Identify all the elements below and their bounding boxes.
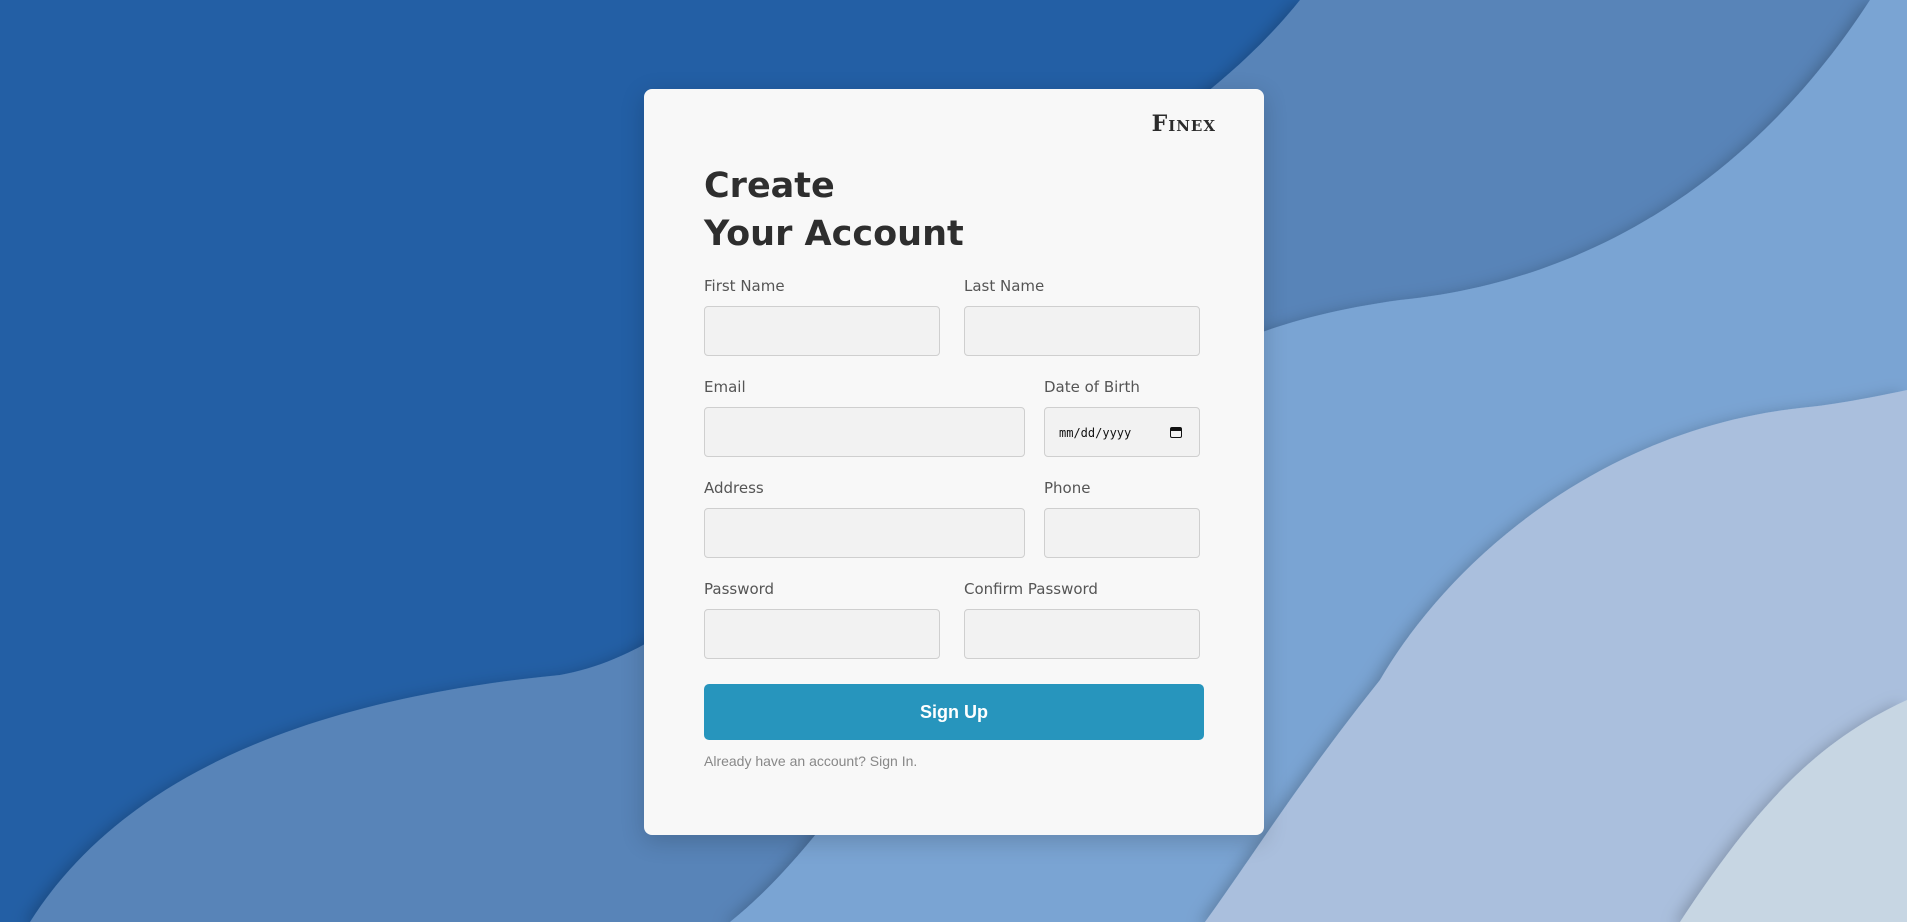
email-input[interactable] — [704, 407, 1025, 457]
brand-logo: Finex — [1151, 111, 1216, 137]
first-name-input[interactable] — [704, 306, 940, 356]
signup-card: Finex Create Your Account First Name Las… — [644, 89, 1264, 835]
last-name-group: Last Name — [964, 276, 1200, 356]
email-label: Email — [704, 378, 746, 396]
dob-label: Date of Birth — [1044, 378, 1140, 396]
address-label: Address — [704, 479, 764, 497]
address-group: Address — [704, 478, 1025, 558]
confirm-password-group: Confirm Password — [964, 579, 1200, 659]
dob-group: Date of Birth mm/dd/yyyy — [1044, 377, 1200, 457]
sign-up-button[interactable]: Sign Up — [704, 684, 1204, 740]
sign-in-prompt: Already have an account? Sign In. — [704, 753, 917, 769]
last-name-label: Last Name — [964, 277, 1045, 295]
last-name-input[interactable] — [964, 306, 1200, 356]
email-group: Email — [704, 377, 1025, 457]
confirm-password-input[interactable] — [964, 609, 1200, 659]
dob-input[interactable]: mm/dd/yyyy — [1044, 407, 1200, 457]
sign-in-link[interactable]: Sign In. — [870, 753, 917, 769]
password-label: Password — [704, 580, 775, 598]
calendar-icon[interactable] — [1170, 427, 1182, 438]
first-name-label: First Name — [704, 277, 785, 295]
address-input[interactable] — [704, 508, 1025, 558]
first-name-group: First Name — [704, 276, 940, 356]
page-title: Create Your Account — [704, 162, 964, 258]
phone-label: Phone — [1044, 479, 1091, 497]
confirm-password-label: Confirm Password — [964, 580, 1098, 598]
phone-group: Phone — [1044, 478, 1200, 558]
password-input[interactable] — [704, 609, 940, 659]
dob-placeholder: mm/dd/yyyy — [1059, 426, 1132, 440]
sign-in-prompt-text: Already have an account? — [704, 753, 866, 769]
phone-input[interactable] — [1044, 508, 1200, 558]
title-line-2: Your Account — [704, 214, 964, 254]
title-line-1: Create — [704, 166, 835, 206]
password-group: Password — [704, 579, 940, 659]
